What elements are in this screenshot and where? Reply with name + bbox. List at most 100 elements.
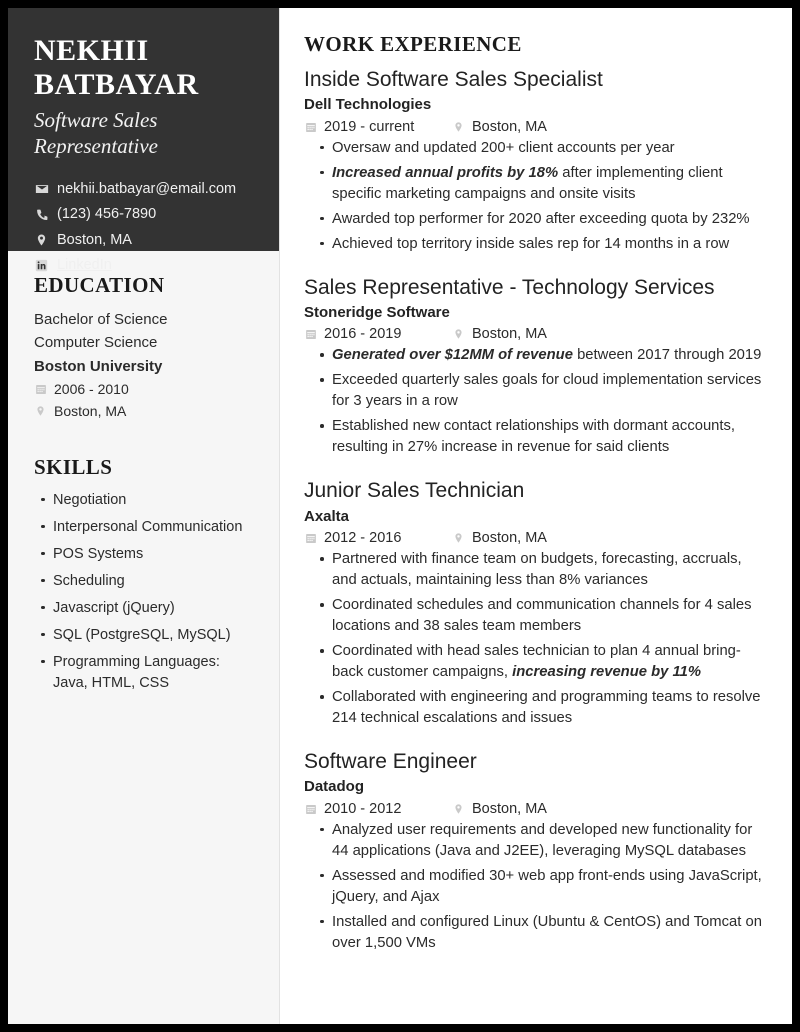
education-dates-text: 2006 - 2010 — [54, 380, 129, 397]
job-bullet: Installed and configured Linux (Ubuntu &… — [320, 912, 770, 954]
name-line-first: NEKHII — [34, 34, 149, 67]
calendar-icon — [304, 803, 317, 815]
contact-phone-text: (123) 456-7890 — [57, 206, 157, 223]
job-bullet-highlight: Increased annual profits by 18% — [332, 164, 559, 181]
skills-list: Negotiation Interpersonal Communication PO… — [34, 490, 253, 694]
job-location: Boston, MA — [452, 326, 547, 342]
calendar-icon — [304, 121, 317, 133]
job-bullet-list: Analyzed user requirements and developed… — [304, 820, 770, 954]
job-bullet: Assessed and modified 30+ web app front-… — [320, 866, 770, 908]
job-dates-text: 2010 - 2012 — [324, 800, 402, 817]
education-school: Boston University — [34, 357, 163, 375]
job-company: Axalta — [304, 507, 350, 525]
job-bullet: Collaborated with engineering and progra… — [320, 687, 770, 729]
job-entry: Inside Software Sales Specialist Dell Tec… — [304, 67, 770, 255]
education-field: Computer Science — [34, 334, 158, 352]
education-section: EDUCATION Bachelor of Science Computer S… — [34, 273, 253, 423]
contact-phone: (123) 456-7890 — [34, 206, 253, 223]
job-bullet: Generated over $12MM of revenue between … — [320, 345, 770, 366]
education-location-text: Boston, MA — [54, 403, 127, 420]
job-dates-text: 2019 - current — [324, 118, 415, 135]
skill-item: Programming Languages: Java, HTML, CSS — [41, 652, 253, 694]
calendar-icon — [34, 383, 47, 395]
skill-item: POS Systems — [41, 544, 253, 565]
job-bullet: Analyzed user requirements and developed… — [320, 820, 770, 862]
location-icon — [34, 405, 47, 417]
contact-location: Boston, MA — [34, 232, 253, 249]
job-location: Boston, MA — [452, 801, 547, 817]
contact-email: nekhii.batbayar@email.com — [34, 181, 253, 198]
location-icon — [452, 532, 465, 544]
skill-item: SQL (PostgreSQL, MySQL) — [41, 625, 253, 646]
job-meta: 2019 - current Boston, MA — [304, 119, 770, 135]
job-bullet-highlight: Generated over $12MM of revenue — [332, 347, 573, 364]
job-location-text: Boston, MA — [472, 118, 547, 135]
headline-line-2: Representative — [34, 133, 159, 158]
job-entry: Sales Representative - Technology Servic… — [304, 275, 770, 459]
skill-item: Scheduling — [41, 571, 253, 592]
candidate-headline: Software Sales Representative — [34, 108, 253, 158]
job-dates: 2010 - 2012 — [304, 801, 452, 817]
calendar-icon — [304, 328, 317, 340]
job-bullet: Increased annual profits by 18% after im… — [320, 163, 770, 205]
job-location-text: Boston, MA — [472, 530, 547, 547]
job-meta: 2010 - 2012 Boston, MA — [304, 801, 770, 817]
sidebar-header: NEKHII BATBAYAR Software Sales Represent… — [8, 8, 279, 273]
job-bullet: Achieved top territory inside sales rep … — [320, 234, 770, 255]
job-entry: Software Engineer Datadog 2010 - 2012 Bosto… — [304, 749, 770, 954]
headline-line-1: Software Sales — [34, 108, 158, 133]
job-bullet: Established new contact relationships wi… — [320, 416, 770, 458]
location-icon — [34, 233, 49, 247]
skill-item: Javascript (jQuery) — [41, 598, 253, 619]
job-location-text: Boston, MA — [472, 800, 547, 817]
phone-icon — [34, 208, 49, 222]
job-title: Sales Representative - Technology Servic… — [304, 275, 715, 299]
job-dates: 2012 - 2016 — [304, 530, 452, 546]
job-bullet-list: Partnered with finance team on budgets, … — [304, 549, 770, 729]
job-bullet-list: Generated over $12MM of revenue between … — [304, 345, 770, 458]
contact-location-text: Boston, MA — [57, 231, 132, 248]
job-entry: Junior Sales Technician Axalta 2012 - 2016… — [304, 478, 770, 729]
job-bullet: Coordinated with head sales technician t… — [320, 641, 770, 683]
job-bullet: Partnered with finance team on budgets, … — [320, 549, 770, 591]
job-meta: 2012 - 2016 Boston, MA — [304, 530, 770, 546]
job-location: Boston, MA — [452, 119, 547, 135]
location-icon — [452, 803, 465, 815]
job-dates: 2019 - current — [304, 119, 452, 135]
main-content: WORK EXPERIENCE Inside Software Sales Sp… — [280, 8, 792, 1024]
job-dates-text: 2012 - 2016 — [324, 530, 402, 547]
job-bullet-highlight: increasing revenue by 11% — [512, 664, 701, 681]
job-location-text: Boston, MA — [472, 326, 547, 343]
resume-page: NEKHII BATBAYAR Software Sales Represent… — [8, 8, 792, 1024]
contact-email-text: nekhii.batbayar@email.com — [57, 180, 237, 197]
job-bullet: Awarded top performer for 2020 after exc… — [320, 209, 770, 230]
job-title: Inside Software Sales Specialist — [304, 68, 603, 91]
sidebar: NEKHII BATBAYAR Software Sales Represent… — [8, 8, 280, 1024]
education-location: Boston, MA — [34, 400, 253, 422]
job-bullet: Exceeded quarterly sales goals for cloud… — [320, 370, 770, 412]
job-company: Datadog — [304, 778, 364, 796]
job-title: Junior Sales Technician — [304, 479, 525, 503]
job-bullet-list: Oversaw and updated 200+ client accounts… — [304, 138, 770, 255]
name-line-last: BATBAYAR — [34, 68, 199, 102]
calendar-icon — [304, 532, 317, 544]
job-dates-text: 2016 - 2019 — [324, 326, 402, 343]
job-dates: 2016 - 2019 — [304, 326, 452, 342]
job-location: Boston, MA — [452, 530, 547, 546]
work-experience-section-title: WORK EXPERIENCE — [304, 32, 522, 56]
skill-item: Interpersonal Communication — [41, 517, 253, 538]
education-section-title: EDUCATION — [34, 273, 165, 297]
skills-section: SKILLS Negotiation Interpersonal Communic… — [34, 455, 253, 694]
job-bullet: Coordinated schedules and communication … — [320, 595, 770, 637]
job-company: Stoneridge Software — [304, 303, 450, 321]
education-dates: 2006 - 2010 — [34, 378, 253, 400]
location-icon — [452, 328, 465, 340]
education-degree: Bachelor of Science — [34, 311, 168, 328]
job-title: Software Engineer — [304, 750, 477, 774]
job-company: Dell Technologies — [304, 96, 432, 114]
sidebar-body: EDUCATION Bachelor of Science Computer S… — [8, 251, 279, 1024]
skills-section-title: SKILLS — [34, 454, 113, 479]
email-icon — [34, 182, 49, 196]
location-icon — [452, 121, 465, 133]
job-bullet: Oversaw and updated 200+ client accounts… — [320, 138, 770, 159]
